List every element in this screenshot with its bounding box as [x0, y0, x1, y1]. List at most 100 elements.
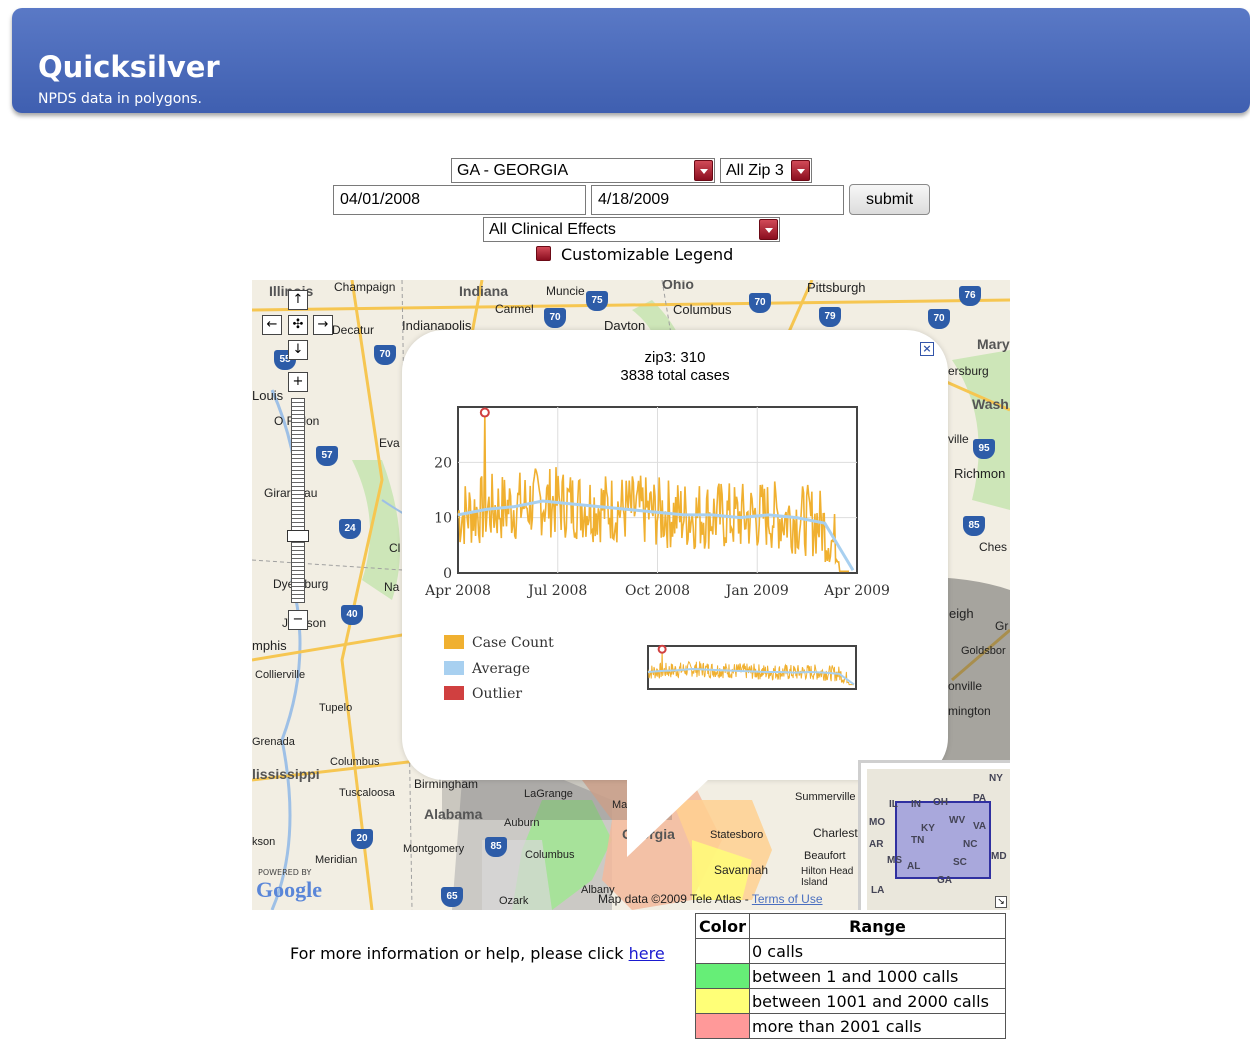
map-label: Columbus — [330, 756, 380, 768]
x-tick-label: Jan 2009 — [724, 583, 789, 599]
interstate-shield: 70 — [928, 309, 950, 329]
map-label: Auburn — [504, 817, 540, 829]
range-legend-table: Color Range 0 calls between 1 and 1000 c… — [695, 913, 1006, 1039]
y-tick-label: 0 — [443, 566, 452, 582]
legend-row: between 1001 and 2000 calls — [695, 988, 1006, 1014]
map-label: Columbus — [525, 849, 575, 861]
overview-label: MS — [887, 855, 902, 866]
time-series-chart: Apr 2008 Jul 2008 Oct 2008 Jan 2009 Apr 2009… — [424, 406, 890, 690]
map-label: Collierville — [255, 669, 306, 681]
map-label: Charlest — [813, 826, 858, 840]
map-label: Eva — [379, 436, 400, 450]
map-label: Ohio — [662, 280, 694, 292]
legend-row: between 1 and 1000 calls — [695, 963, 1006, 989]
map-label: mington — [948, 704, 991, 718]
overview-label: MO — [869, 817, 886, 828]
legend-item-case-count: Case Count — [444, 635, 554, 651]
start-date-input[interactable]: 04/01/2008 — [333, 185, 586, 215]
map-label: ersburg — [948, 364, 989, 378]
y-tick-label: 10 — [434, 511, 452, 527]
legend-color-cell — [695, 963, 750, 989]
overview-label: IN — [911, 799, 921, 810]
interstate-shield: 85 — [963, 516, 985, 536]
map[interactable]: Illinois Champaign Indiana Muncie Ohio P… — [252, 280, 1010, 910]
x-tick-label: Jul 2008 — [526, 583, 587, 599]
chevron-down-icon[interactable] — [694, 160, 713, 181]
legend-color-cell — [695, 938, 750, 964]
map-label: Ches — [979, 540, 1008, 554]
map-label: Tupelo — [319, 702, 353, 714]
help-text: For more information or help, please cli… — [290, 944, 665, 963]
y-tick-label: 20 — [434, 455, 452, 471]
zoom-slider[interactable] — [291, 398, 305, 603]
legend-range-cell: more than 2001 calls — [749, 1013, 1006, 1039]
map-label: Na — [384, 580, 400, 594]
map-label: Alabama — [424, 806, 483, 822]
interstate-shield: 24 — [339, 519, 361, 539]
zoom-out-button[interactable]: − — [288, 610, 308, 630]
map-label: Cl — [389, 541, 401, 555]
legend-color-cell — [695, 988, 750, 1014]
info-window-tail — [627, 779, 709, 857]
customizable-legend-label: Customizable Legend — [561, 245, 734, 264]
legend-color-cell — [695, 1013, 750, 1039]
map-label: onville — [948, 679, 983, 693]
pan-up-button[interactable]: ↑ — [288, 290, 308, 310]
pan-right-button[interactable]: → — [313, 315, 333, 335]
overview-label: GA — [937, 875, 952, 886]
state-select-value: GA - GEORGIA — [457, 162, 569, 179]
help-link[interactable]: here — [629, 944, 665, 963]
overview-map[interactable]: NY IL IN OH PA MO KY WV VA AR TN NC MD M… — [858, 760, 1010, 910]
pan-down-button[interactable]: ↓ — [288, 340, 308, 360]
map-label: Tuscaloosa — [339, 787, 395, 799]
overview-label: WV — [949, 815, 966, 826]
overview-label: NC — [963, 839, 978, 850]
pan-left-button[interactable]: ← — [262, 315, 282, 335]
interstate-shield: 85 — [485, 837, 507, 857]
map-label: Hilton Head Island — [801, 866, 854, 888]
map-label: Wash — [972, 396, 1009, 412]
overview-label: TN — [911, 835, 925, 846]
info-window: × zip3: 310 3838 total cases Apr 2008 Jul… — [402, 330, 948, 857]
legend-range-cell: between 1001 and 2000 calls — [749, 988, 1006, 1014]
overview-label: AL — [907, 861, 921, 872]
interstate-shield: 70 — [374, 345, 396, 365]
map-label: Statesboro — [710, 829, 764, 841]
map-label: Mary — [977, 336, 1010, 352]
mini-outlier-point — [657, 644, 667, 654]
legend-swatch — [444, 686, 464, 700]
customizable-legend-checkbox[interactable] — [536, 246, 551, 261]
overview-label: PA — [973, 793, 987, 804]
powered-by-label: POWERED BY — [258, 868, 312, 877]
clinical-effects-select[interactable]: All Clinical Effects — [483, 217, 780, 242]
x-tick-label: Oct 2008 — [625, 583, 690, 599]
map-label: Muncie — [546, 284, 585, 298]
interstate-shield: 70 — [544, 308, 566, 328]
state-select[interactable]: GA - GEORGIA — [451, 158, 715, 183]
terms-of-use-link[interactable]: Terms of Use — [752, 892, 823, 906]
submit-button[interactable]: submit — [849, 184, 930, 215]
chevron-down-icon[interactable] — [791, 160, 810, 181]
map-label: Beaufort — [804, 850, 846, 862]
map-label: Pittsburgh — [807, 280, 866, 295]
header-banner: Quicksilver NPDS data in polygons. — [12, 8, 1250, 113]
collapse-overview-icon[interactable]: ↘ — [995, 896, 1007, 908]
end-date-input[interactable]: 4/18/2009 — [591, 185, 844, 215]
legend-swatch — [444, 635, 464, 649]
map-label: mphis — [252, 638, 287, 653]
zoom-in-button[interactable]: + — [288, 372, 308, 392]
map-label: Columbus — [673, 302, 732, 317]
zoom-slider-handle[interactable] — [287, 530, 309, 542]
map-label: Goldsbor — [961, 645, 1006, 657]
map-label: Decatur — [332, 323, 375, 337]
map-attribution: Map data ©2009 Tele Atlas - Terms of Use — [598, 892, 823, 906]
x-tick-label: Apr 2008 — [424, 583, 491, 599]
zip-select[interactable]: All Zip 3 — [720, 158, 812, 183]
map-label: Montgomery — [403, 843, 465, 855]
interstate-shield: 75 — [586, 291, 608, 311]
app-title: Quicksilver — [38, 50, 220, 84]
pan-center-button[interactable]: ✣ — [288, 315, 308, 335]
chevron-down-icon[interactable] — [759, 219, 778, 240]
overview-label: MD — [991, 851, 1007, 862]
legend-item-outlier: Outlier — [444, 686, 522, 702]
